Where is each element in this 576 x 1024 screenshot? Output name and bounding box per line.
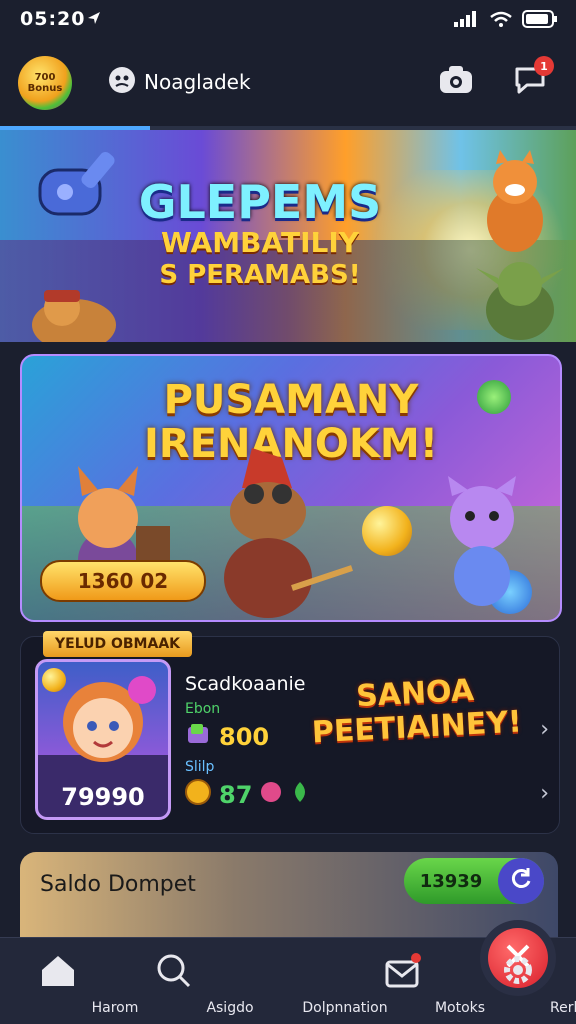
green-leaf-icon [290, 781, 310, 809]
nav-item-settings[interactable]: Rerlary [460, 938, 576, 1024]
battery-icon [522, 10, 558, 32]
banner-top-title: GLEPEMS WAMBATILIY S PERAMABS! [0, 178, 520, 290]
home-icon [38, 952, 78, 992]
nav-item-search[interactable]: Asigdo [115, 938, 254, 1024]
player-stat1-value: 800 [219, 723, 270, 751]
wallet-label: Saldo Dompet [40, 872, 196, 897]
logo-text: 700 Bonus [27, 72, 63, 94]
promo-banner-top[interactable]: GLEPEMS WAMBATILIY S PERAMABS! [0, 130, 576, 342]
user-avatar-icon [108, 66, 136, 98]
banner-main-amount-text: 1360 02 [77, 569, 169, 593]
bottom-nav: Harom Asigdo Dolpnnation Motoks Rerlary [0, 920, 576, 1024]
refresh-button[interactable] [498, 858, 544, 904]
gem-icon [477, 380, 511, 414]
avatar-coin-icon [42, 668, 66, 692]
chevron-right-icon-2[interactable]: › [540, 781, 549, 806]
signal-icon [454, 11, 480, 31]
gold-coin-icon [185, 779, 211, 811]
app-header: 700 Bonus Noagladek 1 [0, 44, 576, 124]
player-sub2: Slilp [185, 759, 215, 775]
search-icon [153, 952, 193, 992]
purple-cat-character [422, 476, 542, 620]
player-sub1: Ebon [185, 701, 221, 717]
location-arrow-icon [86, 10, 102, 30]
coin-icon [362, 506, 412, 556]
username: Noagladek [144, 70, 251, 94]
gem-stack-icon [185, 721, 211, 753]
nav-item-home[interactable]: Harom [0, 938, 138, 1024]
player-stat2-value: 87 [219, 781, 253, 809]
banner-main-amount[interactable]: 1360 02 [40, 560, 206, 602]
wifi-icon [490, 11, 512, 31]
dwarf-character [202, 448, 362, 620]
status-time: 05:20 [20, 8, 86, 30]
banner-top-title-line2: WAMBATILIY [160, 226, 360, 259]
player-stat1: 800 [185, 721, 310, 753]
nav-item-center[interactable]: Dolpnnation [230, 920, 556, 1024]
banner-top-title-line1: GLEPEMS [138, 175, 382, 229]
player-card-promo: SANOA PEETIAINEY! [309, 672, 523, 750]
player-name: Scadkoaanie [185, 673, 306, 695]
banner-top-title-line3: S PERAMABS! [159, 260, 361, 290]
user-profile[interactable]: Noagladek [108, 66, 251, 98]
gear-icon [498, 952, 538, 992]
player-card[interactable]: YELUD OBMAAK 79990 Scadkoaanie Ebon 800 … [20, 631, 560, 834]
player-avatar[interactable]: 79990 [35, 659, 171, 820]
wallet-amount-pill[interactable]: 13939 [404, 858, 544, 904]
avatar-value: 79990 [61, 783, 145, 811]
app-logo[interactable]: 700 Bonus [18, 56, 72, 110]
notification-badge: 1 [534, 56, 554, 76]
player-stat2: 87 [185, 779, 310, 811]
pink-gem-icon [260, 781, 282, 809]
camera-button[interactable] [438, 64, 474, 100]
magic-box-icon [400, 340, 460, 342]
nav-item-mailbox[interactable]: Motoks [345, 938, 485, 1024]
status-bar: 05:20 [0, 0, 576, 38]
nav-label-settings: Rerlary [550, 1000, 576, 1016]
wallet-amount: 13939 [419, 870, 483, 892]
refresh-icon [508, 866, 534, 896]
chevron-right-icon[interactable]: › [540, 717, 549, 742]
mailbox-icon [383, 952, 423, 992]
promo-banner-main[interactable]: PUSAMANY IRENANOKM! 1360 02 [20, 354, 562, 622]
player-card-tag: YELUD OBMAAK [43, 631, 193, 657]
chat-button[interactable]: 1 [512, 56, 554, 100]
player-info: Scadkoaanie Ebon 800 Slilp 87 [185, 673, 310, 811]
camera-icon [439, 65, 473, 99]
